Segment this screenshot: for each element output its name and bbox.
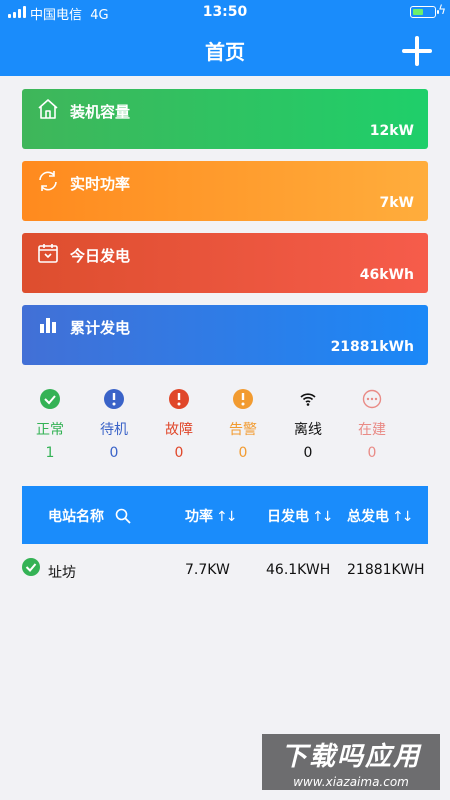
exclamation-circle-icon [169,389,189,409]
station-table-header: 电站名称 功率 ↑↓ 日发电 ↑↓ 总发电 ↑↓ [22,486,428,544]
sort-icon[interactable]: ↑↓ [216,509,238,525]
station-name: 址坊 [48,565,76,581]
add-button[interactable] [402,36,432,66]
stat-label: 离线 [294,422,322,438]
home-icon [38,99,58,119]
calendar-icon [38,244,58,263]
stat-label: 正常 [36,422,64,438]
stat-count: 0 [367,445,377,461]
search-icon[interactable] [115,508,131,524]
card-label: 累计发电 [70,319,131,337]
refresh-icon [39,171,57,191]
stat-count: 0 [238,445,248,461]
header-station-name[interactable]: 电站名称 [48,506,131,526]
exclamation-circle-icon [104,389,124,409]
status-bar: 中国电信 4G 13:50 ϟ [0,0,450,24]
check-circle-icon [22,558,40,576]
status-time: 13:50 [202,4,248,20]
watermark-url: www.xiazaima.com [293,775,409,789]
card-label: 装机容量 [70,103,131,121]
card-value: 12kW [369,123,414,139]
card-label: 实时功率 [70,175,131,193]
bar-chart-icon [40,318,56,333]
watermark: 下载吗应用 www.xiazaima.com [262,734,440,790]
station-total-generation: 21881KWH [347,562,425,578]
card-label: 今日发电 [70,247,131,265]
stat-fault[interactable]: 故障 0 [149,389,209,461]
battery-icon [410,6,439,18]
sort-icon[interactable]: ↑↓ [312,509,334,525]
card-value: 46kWh [359,267,414,283]
stat-normal[interactable]: 正常 1 [20,389,80,461]
header-power[interactable]: 功率 ↑↓ [185,506,238,526]
station-power: 7.7KW [185,562,230,578]
stat-label: 故障 [165,422,193,438]
sort-icon[interactable]: ↑↓ [392,509,414,525]
card-total-generation[interactable]: 累计发电 21881kWh [22,305,428,365]
stat-standby[interactable]: 待机 0 [84,389,144,461]
card-today-generation[interactable]: 今日发电 46kWh [22,233,428,293]
card-value: 7kW [379,195,415,211]
stat-count: 0 [109,445,119,461]
page-title: 首页 [205,40,245,64]
stat-count: 1 [45,445,55,461]
exclamation-circle-icon [233,389,253,409]
stat-under-construction[interactable]: 在建 0 [342,389,402,461]
station-daily-generation: 46.1KWH [266,562,331,578]
header-total-generation[interactable]: 总发电 ↑↓ [347,506,414,526]
table-row[interactable]: 址坊 7.7KW 46.1KWH 21881KWH [22,556,428,586]
card-value: 21881kWh [330,339,414,355]
card-installed-capacity[interactable]: 装机容量 12kW [22,89,428,149]
ellipsis-circle-icon [362,389,382,409]
stat-count: 0 [303,445,313,461]
app-header: 中国电信 4G 13:50 ϟ 首页 [0,0,450,76]
check-circle-icon [40,389,60,409]
stat-count: 0 [174,445,184,461]
stat-label: 待机 [100,422,128,438]
wifi-icon [298,389,318,409]
stat-label: 在建 [358,422,386,438]
watermark-title: 下载吗应用 [280,742,421,772]
stat-offline[interactable]: 离线 0 [278,389,338,461]
header-daily-generation[interactable]: 日发电 ↑↓ [267,506,334,526]
stat-label: 告警 [229,422,257,438]
stat-alarm[interactable]: 告警 0 [213,389,273,461]
card-realtime-power[interactable]: 实时功率 7kW [22,161,428,221]
charging-icon: ϟ [438,3,446,17]
